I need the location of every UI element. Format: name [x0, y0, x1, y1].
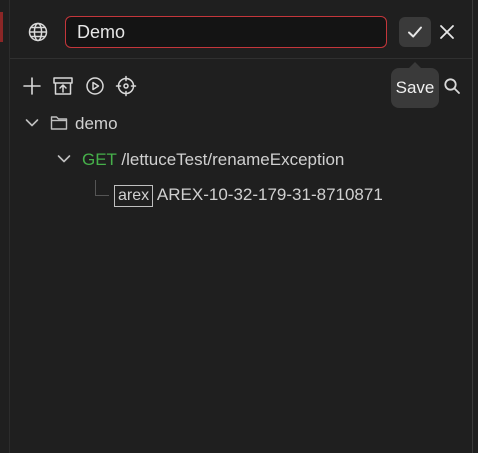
chevron-down-icon[interactable] — [55, 150, 73, 168]
right-border — [472, 0, 473, 453]
archive-upload-icon[interactable] — [51, 74, 75, 98]
tree-case-item[interactable]: arex AREX-10-32-179-31-8710871 — [114, 185, 383, 207]
request-method: GET — [82, 150, 117, 169]
search-icon[interactable] — [442, 76, 462, 96]
close-button[interactable] — [436, 20, 458, 44]
request-path: /lettuceTest/renameException — [121, 150, 345, 169]
tree-request-item[interactable]: GET /lettuceTest/renameException — [82, 150, 344, 170]
confirm-button[interactable] — [399, 17, 431, 47]
close-icon — [439, 24, 455, 40]
left-border — [9, 0, 10, 453]
globe-icon[interactable] — [26, 20, 50, 44]
active-indicator — [0, 12, 3, 42]
plus-icon[interactable] — [20, 74, 44, 98]
crosshair-icon[interactable] — [114, 74, 138, 98]
save-tooltip: Save — [391, 68, 439, 108]
tree-guide-line — [95, 180, 96, 196]
case-label: AREX-10-32-179-31-8710871 — [156, 185, 383, 204]
play-circle-icon[interactable] — [83, 74, 107, 98]
check-icon — [406, 23, 424, 41]
chevron-down-icon[interactable] — [23, 114, 41, 132]
tree-folder-demo[interactable]: demo — [75, 114, 118, 134]
case-tag: arex — [114, 185, 154, 207]
tree-guide-line — [95, 195, 109, 196]
folder-icon — [50, 115, 70, 133]
header-divider — [10, 58, 472, 59]
workspace-name-input[interactable] — [65, 16, 387, 48]
